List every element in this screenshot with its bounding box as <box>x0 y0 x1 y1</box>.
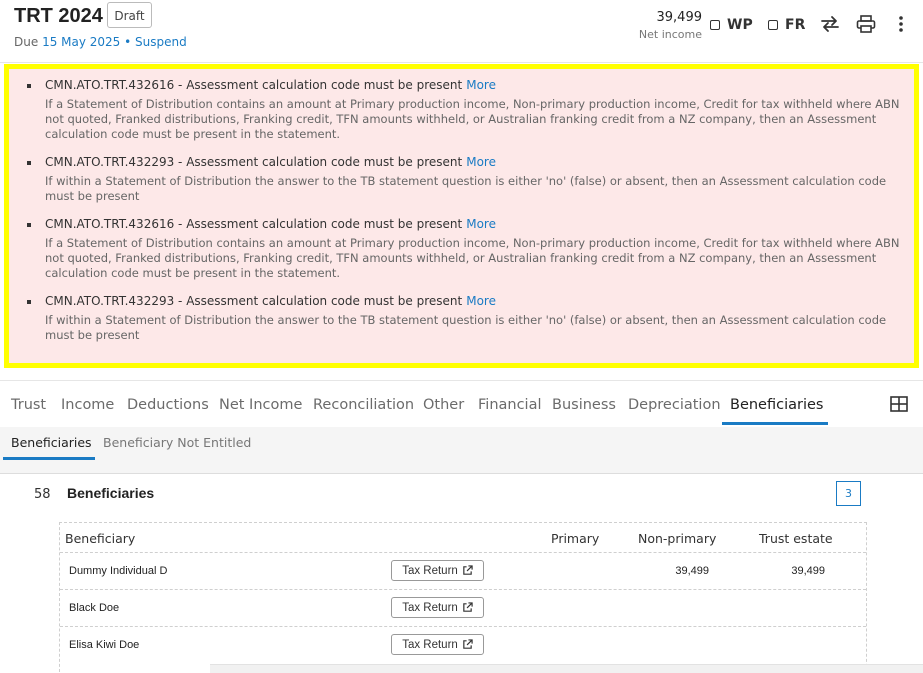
tax-return-label: Tax Return <box>402 601 458 614</box>
table-row: Elisa Kiwi Doe Tax Return <box>60 626 866 664</box>
column-header-beneficiary: Beneficiary <box>65 531 136 546</box>
table-row: Dummy Individual D Tax Return 39,499 39,… <box>60 552 866 590</box>
external-link-icon <box>463 565 473 575</box>
bullet <box>27 223 31 227</box>
error-description: If a Statement of Distribution contains … <box>45 97 900 141</box>
error-code-text: CMN.ATO.TRT.432293 - Assessment calculat… <box>45 155 463 169</box>
tab-income[interactable]: Income <box>61 397 114 413</box>
tax-return-button[interactable]: Tax Return <box>391 634 484 655</box>
bullet <box>27 84 31 88</box>
bullet <box>27 161 31 165</box>
net-income-label: Net income <box>638 28 702 41</box>
wp-label: WP <box>727 17 753 33</box>
more-link[interactable]: More <box>466 217 496 231</box>
trust-estate-value: 39,499 <box>791 565 825 577</box>
tab-net-income[interactable]: Net Income <box>219 397 302 413</box>
section-number: 58 <box>34 487 51 502</box>
error-description: If within a Statement of Distribution th… <box>45 174 887 203</box>
column-header-primary: Primary <box>551 531 600 546</box>
subtab-beneficiaries[interactable]: Beneficiaries <box>11 435 92 450</box>
more-link[interactable]: More <box>466 294 496 308</box>
beneficiary-name: Black Doe <box>69 602 120 614</box>
fr-checkbox[interactable]: FR <box>768 17 805 33</box>
tax-return-label: Tax Return <box>402 564 458 577</box>
wp-checkbox[interactable]: WP <box>710 17 753 33</box>
separator: • <box>124 35 132 49</box>
tab-trust[interactable]: Trust <box>11 397 46 413</box>
suspend-link[interactable]: Suspend <box>135 35 187 49</box>
active-tab-underline <box>722 422 828 425</box>
beneficiary-name: Elisa Kiwi Doe <box>69 639 140 651</box>
section-title: Beneficiaries <box>67 485 155 501</box>
fr-checkbox-box[interactable] <box>768 20 778 30</box>
subtab-beneficiary-not-entitled[interactable]: Beneficiary Not Entitled <box>103 435 251 450</box>
tab-depreciation[interactable]: Depreciation <box>628 397 721 413</box>
external-link-icon <box>463 639 473 649</box>
bullet <box>27 300 31 304</box>
beneficiary-name: Dummy Individual D <box>69 565 168 577</box>
header: TRT 2024 Draft Due 15 May 2025 • Suspend… <box>0 0 923 63</box>
due-date-link[interactable]: 15 May 2025 <box>42 35 120 49</box>
tab-beneficiaries[interactable]: Beneficiaries <box>730 397 823 413</box>
tax-return-button[interactable]: Tax Return <box>391 597 484 618</box>
table-row: Black Doe Tax Return <box>60 589 866 627</box>
tab-deductions[interactable]: Deductions <box>127 397 209 413</box>
active-subtab-underline <box>3 457 95 460</box>
column-header-trust-estate: Trust estate <box>759 531 833 546</box>
validation-errors-panel: CMN.ATO.TRT.432616 - Assessment calculat… <box>4 64 919 368</box>
tab-business[interactable]: Business <box>552 397 616 413</box>
beneficiaries-table: Beneficiary Primary Non-primary Trust es… <box>59 522 867 672</box>
grid-view-icon[interactable] <box>890 395 908 413</box>
tab-financial[interactable]: Financial <box>478 397 542 413</box>
more-link[interactable]: More <box>466 155 496 169</box>
page-title: TRT 2024 <box>14 5 103 27</box>
more-link[interactable]: More <box>466 78 496 92</box>
tab-reconciliation[interactable]: Reconciliation <box>313 397 414 413</box>
tax-return-button[interactable]: Tax Return <box>391 560 484 581</box>
due-prefix: Due <box>14 35 39 49</box>
error-code-text: CMN.ATO.TRT.432293 - Assessment calculat… <box>45 294 463 308</box>
due-line: Due 15 May 2025 • Suspend <box>14 35 187 49</box>
tab-other[interactable]: Other <box>423 397 464 413</box>
tax-return-label: Tax Return <box>402 638 458 651</box>
sub-tabs: Beneficiaries Beneficiary Not Entitled <box>0 427 923 474</box>
net-income-value: 39,499 <box>656 10 703 25</box>
main-tabs: Trust Income Deductions Net Income Recon… <box>0 380 923 428</box>
wp-checkbox-box[interactable] <box>710 20 720 30</box>
print-icon[interactable] <box>854 12 878 36</box>
error-description: If a Statement of Distribution contains … <box>45 236 900 280</box>
more-vertical-icon[interactable] <box>889 12 913 36</box>
swap-arrows-icon[interactable] <box>818 12 842 36</box>
fr-label: FR <box>785 17 806 33</box>
status-badge: Draft <box>107 2 152 28</box>
column-header-non-primary: Non-primary <box>638 531 717 546</box>
external-link-icon <box>463 602 473 612</box>
error-description: If within a Statement of Distribution th… <box>45 313 887 342</box>
non-primary-value: 39,499 <box>675 565 709 577</box>
error-code-text: CMN.ATO.TRT.432616 - Assessment calculat… <box>45 78 463 92</box>
error-code-text: CMN.ATO.TRT.432616 - Assessment calculat… <box>45 217 463 231</box>
beneficiary-count-badge[interactable]: 3 <box>836 481 861 506</box>
